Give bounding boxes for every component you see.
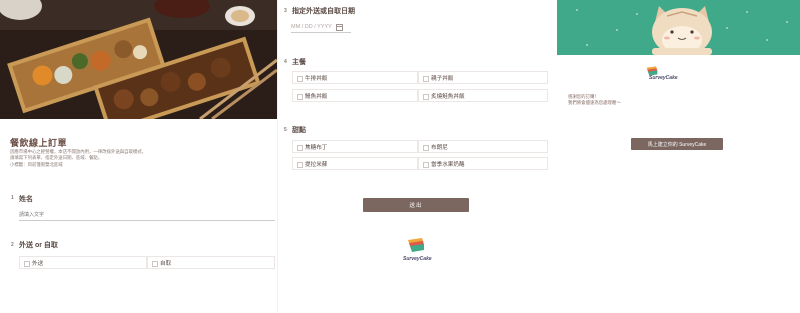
option-dessert-2[interactable]: 布朗尼 bbox=[418, 140, 548, 153]
option-delivery[interactable]: 外送 bbox=[19, 256, 147, 269]
radio-box bbox=[152, 261, 158, 267]
form-description: 因應市場中心之經營權，本店不開放內用，一律改採外送與自取模式， 請填寫下列表單，… bbox=[10, 149, 260, 168]
form-description-line: 小標籤：目前僅限雙北區域 bbox=[10, 161, 63, 167]
question-title-main: 主餐 bbox=[292, 59, 306, 66]
radio-box bbox=[24, 261, 30, 267]
brand-name: SurveyCake bbox=[649, 75, 678, 81]
brand-name: SurveyCake bbox=[403, 256, 432, 262]
checkbox bbox=[297, 162, 303, 168]
question-number: 1 bbox=[11, 195, 14, 201]
option-dessert-3[interactable]: 提拉米蘇 bbox=[292, 157, 418, 170]
question-title-name: 姓名 bbox=[19, 196, 33, 203]
option-label: 牛排丼飯 bbox=[305, 75, 328, 82]
date-placeholder: MM / DD / YYYY bbox=[291, 24, 332, 30]
form-panel-middle: 3 指定外送或自取日期 MM / DD / YYYY 4 主餐 牛排丼飯 親子丼… bbox=[277, 0, 558, 313]
name-input[interactable] bbox=[19, 210, 275, 221]
checkbox bbox=[423, 94, 429, 100]
question-number: 5 bbox=[284, 127, 287, 133]
checkbox bbox=[297, 76, 303, 82]
question-title-date: 指定外送或自取日期 bbox=[292, 8, 355, 15]
thankyou-panel: SurveyCake 感謝您的訂購！ 我們將會儘速為您處理喔～ 馬上建立你的 S… bbox=[557, 0, 800, 313]
option-dessert-1[interactable]: 焦糖布丁 bbox=[292, 140, 418, 153]
calendar-icon[interactable] bbox=[335, 23, 343, 31]
question-title-dessert: 甜點 bbox=[292, 127, 306, 134]
surveycake-logo-icon bbox=[408, 238, 424, 252]
form-panel-left: 餐飲線上訂單 因應市場中心之經營權，本店不開放內用，一律改採外送與自取模式， 請… bbox=[0, 0, 277, 313]
checkbox bbox=[297, 94, 303, 100]
checkbox bbox=[423, 76, 429, 82]
question-title-delivery: 外送 or 自取 bbox=[19, 242, 58, 249]
thankyou-message: 感謝您的訂購！ 我們將會儘速為您處理喔～ bbox=[568, 94, 621, 106]
option-main-3[interactable]: 鰻魚丼飯 bbox=[292, 89, 418, 102]
option-label: 布朗尼 bbox=[431, 144, 448, 151]
food-photo bbox=[0, 0, 277, 119]
option-label: 外送 bbox=[32, 260, 44, 267]
option-label: 自取 bbox=[160, 260, 172, 267]
option-label: 親子丼飯 bbox=[431, 75, 454, 82]
question-number: 2 bbox=[11, 242, 14, 248]
option-label: 焦糖布丁 bbox=[305, 144, 328, 151]
option-pickup[interactable]: 自取 bbox=[147, 256, 275, 269]
thankyou-banner bbox=[557, 0, 800, 55]
option-main-2[interactable]: 親子丼飯 bbox=[418, 71, 548, 84]
option-dessert-4[interactable]: 當季水果奶酪 bbox=[418, 157, 548, 170]
checkbox bbox=[423, 145, 429, 151]
thankyou-line: 我們將會儘速為您處理喔～ bbox=[568, 100, 621, 105]
form-title: 餐飲線上訂單 bbox=[10, 138, 68, 148]
checkbox bbox=[423, 162, 429, 168]
option-label: 當季水果奶酪 bbox=[431, 161, 465, 168]
create-surveycake-button[interactable]: 馬上建立你的 SurveyCake bbox=[631, 138, 723, 150]
option-label: 炙燒鮭魚丼飯 bbox=[431, 93, 465, 100]
option-label: 提拉米蘇 bbox=[305, 161, 328, 168]
checkbox bbox=[297, 145, 303, 151]
question-number: 3 bbox=[284, 8, 287, 14]
question-number: 4 bbox=[284, 59, 287, 65]
option-label: 鰻魚丼飯 bbox=[305, 93, 328, 100]
option-main-1[interactable]: 牛排丼飯 bbox=[292, 71, 418, 84]
date-input[interactable]: MM / DD / YYYY bbox=[291, 22, 351, 33]
submit-button[interactable]: 送出 bbox=[363, 198, 469, 212]
option-main-4[interactable]: 炙燒鮭魚丼飯 bbox=[418, 89, 548, 102]
